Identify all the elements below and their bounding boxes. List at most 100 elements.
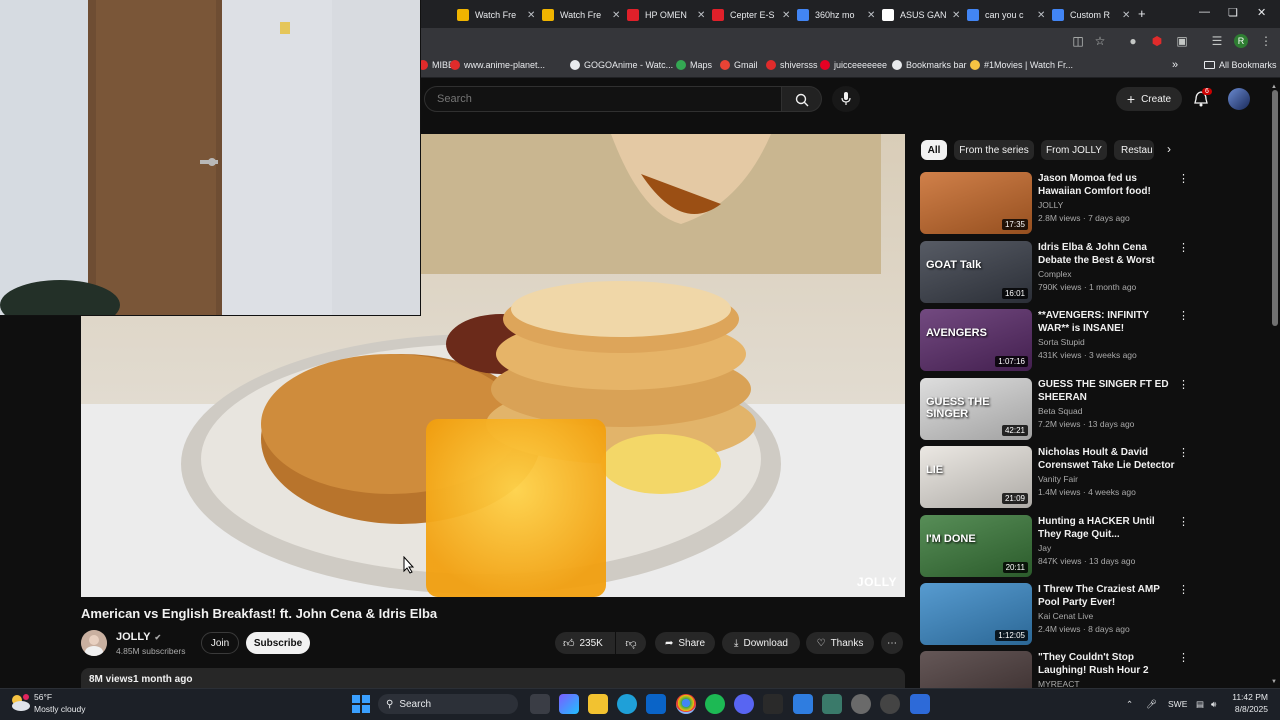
scroll-down-arrow-icon[interactable]: ▼ — [1271, 679, 1277, 685]
bookmark-star-icon[interactable]: ☆ — [1093, 34, 1107, 48]
recommendation-item[interactable]: LIE 21:09 Nicholas Hoult & David Corenswet… — [920, 446, 1200, 510]
more-vertical-icon[interactable]: ⋮ — [1178, 309, 1189, 322]
thanks-button[interactable]: ♡ Thanks — [806, 632, 874, 654]
tab-close-icon[interactable]: ✕ — [782, 10, 790, 21]
recommendation-item[interactable]: 1:12:05 I Threw The Craziest AMP Pool Par… — [920, 583, 1200, 647]
tab-close-icon[interactable]: ✕ — [527, 10, 535, 21]
user-avatar[interactable] — [1228, 88, 1250, 110]
copilot-icon[interactable] — [559, 694, 579, 714]
clock-date[interactable]: 8/8/2025 — [1232, 704, 1268, 714]
browser-menu-icon[interactable]: ⋮ — [1259, 34, 1273, 48]
chevron-right-icon[interactable]: › — [1167, 142, 1171, 156]
taskbar-search[interactable]: ⚲ Search — [378, 694, 518, 714]
scrollbar-thumb[interactable] — [1272, 90, 1278, 326]
youtube-search-box[interactable] — [424, 86, 782, 112]
discord-icon[interactable] — [734, 694, 754, 714]
epic-games-icon[interactable] — [763, 694, 783, 714]
browser-tab[interactable]: Watch Fre ✕ — [451, 4, 541, 26]
channel-name-link[interactable]: JOLLY ✔ — [116, 631, 161, 643]
close-window-button[interactable]: ✕ — [1257, 6, 1266, 19]
more-vertical-icon[interactable]: ⋮ — [1178, 515, 1189, 528]
tab-close-icon[interactable]: ✕ — [1037, 10, 1045, 21]
more-vertical-icon[interactable]: ⋮ — [1178, 583, 1189, 596]
more-vertical-icon[interactable]: ⋮ — [1178, 172, 1189, 185]
new-tab-button[interactable]: + — [1138, 6, 1146, 21]
video-thumbnail[interactable]: 1:12:05 — [920, 583, 1032, 645]
bookmark-item[interactable]: #1Movies | Watch Fr... — [970, 60, 1073, 70]
video-thumbnail[interactable]: GOAT Talk 16:01 — [920, 241, 1032, 303]
network-icon[interactable]: ▤ — [1196, 699, 1204, 710]
app-icon[interactable] — [822, 694, 842, 714]
search-button[interactable] — [782, 86, 822, 112]
tab-close-icon[interactable]: ✕ — [952, 10, 960, 21]
recommendation-item[interactable]: 17:35 Jason Momoa fed us Hawaiian Comfort… — [920, 172, 1200, 236]
browser-tab[interactable]: Watch Fre ✕ — [536, 4, 626, 26]
file-explorer-icon[interactable] — [588, 694, 608, 714]
scroll-up-arrow-icon[interactable]: ▲ — [1271, 84, 1277, 90]
browser-tab[interactable]: Custom R ✕ — [1046, 4, 1136, 26]
like-button[interactable]: 👍︎ 235K — [555, 632, 615, 654]
recommendation-item[interactable]: GOAT Talk 16:01 Idris Elba & John Cena Deb… — [920, 241, 1200, 305]
bookmark-item[interactable]: shiversss — [766, 60, 818, 70]
chip-from-series[interactable]: From the series — [954, 140, 1034, 160]
chip-from-jolly[interactable]: From JOLLY — [1041, 140, 1107, 160]
more-vertical-icon[interactable]: ⋮ — [1178, 241, 1189, 254]
all-bookmarks-button[interactable]: All Bookmarks — [1204, 60, 1277, 70]
extensions-puzzle-icon[interactable]: ▣ — [1175, 34, 1189, 48]
browser-tab[interactable]: HP OMEN ✕ — [621, 4, 711, 26]
recommendation-item[interactable]: AVENGERS 1:07:16 **AVENGERS: INFINITY WAR*… — [920, 309, 1200, 373]
settings-icon[interactable] — [880, 694, 900, 714]
spotify-icon[interactable] — [705, 694, 725, 714]
tab-search-icon[interactable]: ☰ — [1210, 34, 1224, 48]
channel-avatar[interactable] — [81, 630, 107, 656]
video-thumbnail[interactable]: AVENGERS 1:07:16 — [920, 309, 1032, 371]
recommendation-item[interactable]: GUESS THE SINGER 42:21 GUESS THE SINGER FT… — [920, 378, 1200, 442]
chip-restaurants[interactable]: Restau — [1114, 140, 1154, 160]
subscribe-button[interactable]: Subscribe — [246, 632, 310, 654]
bookmark-item[interactable]: Gmail — [720, 60, 758, 70]
dislike-button[interactable]: 👎︎ — [616, 632, 646, 654]
video-thumbnail[interactable]: LIE 21:09 — [920, 446, 1032, 508]
more-vertical-icon[interactable]: ⋮ — [1178, 446, 1189, 459]
bookmark-item[interactable]: Maps — [676, 60, 712, 70]
minimize-button[interactable]: — — [1199, 6, 1210, 18]
download-button[interactable]: ⤓ Download — [722, 632, 800, 654]
start-button[interactable] — [352, 695, 370, 713]
language-indicator[interactable]: SWE — [1168, 699, 1187, 709]
task-view-icon[interactable] — [530, 694, 550, 714]
tab-close-icon[interactable]: ✕ — [697, 10, 705, 21]
bookmark-item[interactable]: GOGOAnime - Watc... — [570, 60, 673, 70]
profile-avatar[interactable]: R — [1234, 34, 1248, 48]
chip-all[interactable]: All — [921, 140, 947, 160]
recommendation-item[interactable]: I'M DONE 20:11 Hunting a HACKER Until They… — [920, 515, 1200, 579]
notifications-button[interactable]: 6 — [1194, 88, 1212, 107]
clock-time[interactable]: 11:42 PM — [1232, 692, 1268, 702]
share-button[interactable]: ➦ Share — [655, 632, 715, 654]
tab-close-icon[interactable]: ✕ — [867, 10, 875, 21]
install-app-icon[interactable]: ◫ — [1071, 34, 1085, 48]
tab-close-icon[interactable]: ✕ — [1122, 10, 1130, 21]
recommendation-item[interactable]: "They Couldn't Stop Laughing! Rush Hour … — [920, 651, 1200, 688]
bookmark-item[interactable]: www.anime-planet... — [450, 60, 545, 70]
bookmark-item[interactable]: Bookmarks bar — [892, 60, 967, 70]
photos-icon[interactable] — [793, 694, 813, 714]
volume-icon[interactable]: 🔊︎ — [1211, 699, 1216, 710]
app-icon-2[interactable] — [851, 694, 871, 714]
browser-tab[interactable]: Cepter E-S ✕ — [706, 4, 796, 26]
bookmarks-overflow-button[interactable]: » — [1172, 59, 1178, 71]
extension-icon[interactable]: ● — [1126, 34, 1140, 48]
bookmark-item[interactable]: MIBE — [418, 60, 454, 70]
browser-tab[interactable]: ASUS GAN ✕ — [876, 4, 966, 26]
search-input[interactable] — [435, 90, 765, 108]
video-thumbnail[interactable]: GUESS THE SINGER 42:21 — [920, 378, 1032, 440]
voice-search-button[interactable] — [832, 86, 860, 112]
edge-icon[interactable] — [617, 694, 637, 714]
browser-tab[interactable]: can you c ✕ — [961, 4, 1051, 26]
video-thumbnail[interactable] — [920, 651, 1032, 688]
join-button[interactable]: Join — [201, 632, 239, 654]
browser-tab[interactable]: 360hz mo ✕ — [791, 4, 881, 26]
microphone-tray-icon[interactable]: 🎤︎ — [1146, 699, 1157, 710]
maximize-button[interactable]: ❏ — [1228, 6, 1238, 19]
create-button[interactable]: + Create — [1116, 87, 1182, 111]
more-vertical-icon[interactable]: ⋮ — [1178, 378, 1189, 391]
